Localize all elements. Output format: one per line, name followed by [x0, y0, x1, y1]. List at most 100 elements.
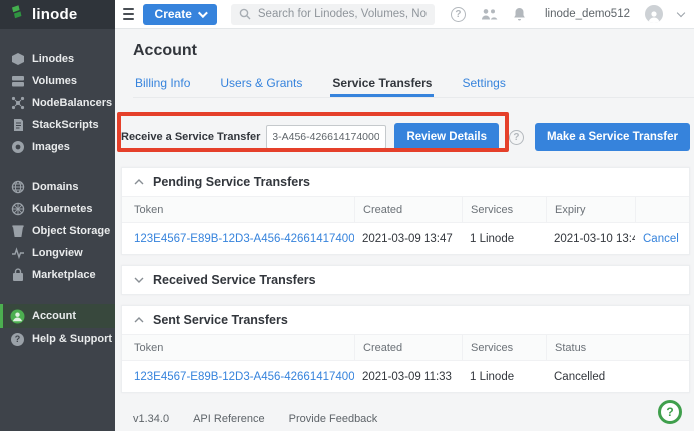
cell-expiry: 2021-03-10 13:47	[546, 233, 635, 245]
column-header-token: Token	[122, 197, 354, 222]
section-title: Pending Service Transfers	[153, 175, 310, 189]
account-icon	[10, 309, 25, 324]
sidebar-item-domains[interactable]: Domains	[0, 176, 115, 198]
tab-billing-info[interactable]: Billing Info	[133, 72, 192, 97]
sidebar-item-stackscripts[interactable]: StackScripts	[0, 114, 115, 136]
cube-icon	[10, 52, 25, 67]
chevron-up-icon	[134, 317, 144, 323]
sidebar-item-label: Object Storage	[32, 225, 110, 237]
column-header-created: Created	[354, 197, 462, 222]
linode-logo[interactable]: linode	[0, 0, 115, 29]
chevron-down-icon	[198, 8, 208, 18]
cell-created: 2021-03-09 13:47	[354, 233, 462, 245]
account-menu-chevron-icon[interactable]	[677, 8, 685, 16]
create-button[interactable]: Create	[143, 4, 217, 25]
sidebar-item-account[interactable]: Account	[0, 304, 115, 328]
provide-feedback-link[interactable]: Provide Feedback	[289, 413, 378, 425]
sidebar-item-label: Volumes	[32, 75, 77, 87]
global-search[interactable]	[231, 4, 435, 25]
page-title: Account	[133, 42, 694, 60]
sidebar-group-account: Account Help & Support	[0, 304, 115, 350]
sidebar-item-nodebalancers[interactable]: NodeBalancers	[0, 92, 115, 114]
receive-transfer-row: Receive a Service Transfer Review Detail…	[121, 120, 690, 154]
section-title: Sent Service Transfers	[153, 313, 288, 327]
pending-table-header: Token Created Services Expiry	[122, 196, 689, 223]
column-header-services: Services	[462, 197, 546, 222]
help-chat-bubble[interactable]	[658, 400, 682, 424]
tab-users-grants[interactable]: Users & Grants	[218, 72, 304, 97]
avatar[interactable]	[645, 5, 663, 23]
received-section-header[interactable]: Received Service Transfers	[122, 266, 689, 294]
sidebar-item-label: NodeBalancers	[32, 97, 112, 109]
sidebar-group-compute: Linodes Volumes NodeBalancers StackScrip…	[0, 48, 115, 158]
sidebar-item-images[interactable]: Images	[0, 136, 115, 158]
column-header-status: Status	[546, 335, 689, 360]
cancel-link[interactable]: Cancel	[643, 233, 679, 245]
topbar-icons: linode_demo512	[451, 5, 684, 23]
transfer-help-icon[interactable]	[509, 130, 524, 145]
sidebar-item-label: Help & Support	[32, 333, 112, 345]
pending-transfers-section: Pending Service Transfers Token Created …	[121, 167, 690, 255]
logo-text: linode	[32, 6, 77, 23]
version-label: v1.34.0	[133, 413, 169, 425]
receive-transfer-label: Receive a Service Transfer	[121, 131, 260, 143]
sent-section-header[interactable]: Sent Service Transfers	[122, 306, 689, 334]
chevron-down-icon	[134, 277, 144, 283]
column-header-services: Services	[462, 335, 546, 360]
sidebar: linode Linodes Volumes NodeBalancers Sta…	[0, 0, 115, 431]
notifications-bell-icon[interactable]	[513, 7, 526, 21]
sidebar-item-help-support[interactable]: Help & Support	[0, 328, 115, 350]
section-title: Received Service Transfers	[153, 273, 316, 287]
sent-table-header: Token Created Services Status	[122, 334, 689, 361]
pulse-icon	[10, 246, 25, 261]
sidebar-item-object-storage[interactable]: Object Storage	[0, 220, 115, 242]
username[interactable]: linode_demo512	[545, 8, 630, 20]
sidebar-item-label: Marketplace	[32, 269, 96, 281]
marketplace-icon	[10, 268, 25, 283]
cell-services: 1 Linode	[462, 233, 546, 245]
tab-service-transfers[interactable]: Service Transfers	[330, 72, 434, 97]
sidebar-item-volumes[interactable]: Volumes	[0, 70, 115, 92]
image-icon	[10, 140, 25, 155]
transfer-token-link[interactable]: 123E4567-E89B-12D3-A456-426614174001	[134, 371, 354, 383]
top-bar: Create linode_demo512	[115, 0, 694, 29]
hamburger-menu-icon[interactable]	[123, 8, 134, 20]
account-tabs: Billing Info Users & Grants Service Tran…	[133, 72, 694, 98]
linode-logo-icon	[10, 4, 26, 25]
column-header-created: Created	[354, 335, 462, 360]
sidebar-item-label: Images	[32, 141, 70, 153]
received-transfers-section: Received Service Transfers	[121, 265, 690, 295]
sidebar-item-label: Kubernetes	[32, 203, 93, 215]
globe-icon	[10, 180, 25, 195]
help-circle-icon[interactable]	[451, 7, 466, 22]
cell-services: 1 Linode	[462, 371, 546, 383]
review-details-button[interactable]: Review Details	[394, 123, 499, 151]
sent-transfers-section: Sent Service Transfers Token Created Ser…	[121, 305, 690, 393]
kubernetes-icon	[10, 202, 25, 217]
search-input[interactable]	[258, 8, 427, 20]
transfer-token-link[interactable]: 123E4567-E89B-12D3-A456-426614174000	[134, 233, 354, 245]
sidebar-item-label: Account	[32, 310, 76, 322]
sidebar-item-kubernetes[interactable]: Kubernetes	[0, 198, 115, 220]
create-button-label: Create	[155, 7, 192, 21]
cell-created: 2021-03-09 11:33	[354, 371, 462, 383]
sidebar-item-label: Linodes	[32, 53, 74, 65]
tab-settings[interactable]: Settings	[460, 72, 507, 97]
column-header-actions	[635, 197, 689, 222]
script-icon	[10, 118, 25, 133]
sidebar-item-label: Domains	[32, 181, 78, 193]
transfer-token-input[interactable]	[266, 125, 386, 149]
sidebar-item-linodes[interactable]: Linodes	[0, 48, 115, 70]
sidebar-item-label: Longview	[32, 247, 83, 259]
pending-section-header[interactable]: Pending Service Transfers	[122, 168, 689, 196]
help-icon	[10, 332, 25, 347]
sidebar-item-marketplace[interactable]: Marketplace	[0, 264, 115, 286]
sidebar-item-longview[interactable]: Longview	[0, 242, 115, 264]
page-footer: v1.34.0 API Reference Provide Feedback	[133, 413, 694, 425]
search-icon	[239, 8, 251, 20]
community-icon[interactable]	[481, 8, 498, 21]
bucket-icon	[10, 224, 25, 239]
cell-status: Cancelled	[546, 371, 689, 383]
make-service-transfer-button[interactable]: Make a Service Transfer	[535, 123, 690, 151]
api-reference-link[interactable]: API Reference	[193, 413, 265, 425]
